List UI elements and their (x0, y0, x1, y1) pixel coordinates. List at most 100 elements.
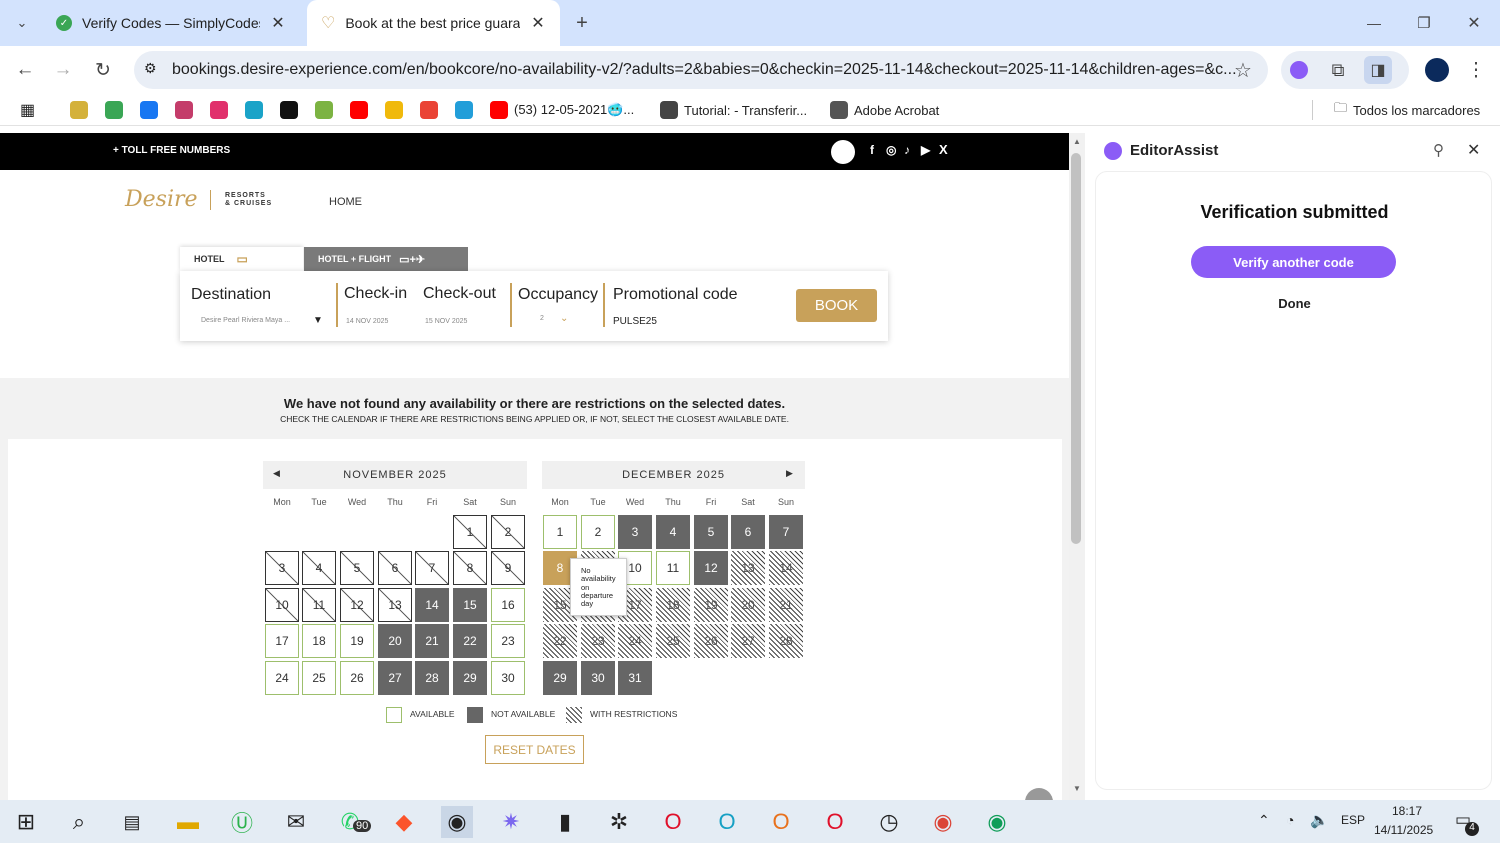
close-window-button[interactable]: ✕ (1460, 9, 1488, 37)
close-panel-icon[interactable]: ✕ (1467, 140, 1480, 160)
calendar-day[interactable]: 28 (769, 624, 803, 658)
calendar-day[interactable]: 10 (618, 551, 652, 585)
extensions-puzzle-icon[interactable]: ⧉ (1324, 56, 1352, 84)
bookmark-item[interactable]: Adobe Acrobat (830, 100, 939, 120)
bookmark-item[interactable] (385, 100, 403, 120)
calendar-day[interactable]: 24 (265, 661, 299, 695)
calendar-day[interactable]: 13 (731, 551, 765, 585)
bookmark-item[interactable] (105, 100, 123, 120)
page-scrollbar[interactable]: ▲ ▼ (1069, 133, 1085, 800)
calendar-day[interactable]: 22 (453, 624, 487, 658)
tray-chevron-icon[interactable]: ⌃ (1258, 812, 1270, 829)
instagram-icon[interactable]: ◎ (886, 143, 896, 157)
bookmark-item[interactable] (140, 100, 158, 120)
calendar-day[interactable]: 24 (618, 624, 652, 658)
facebook-icon[interactable]: f (870, 143, 874, 157)
bookmark-item[interactable] (350, 100, 368, 120)
calendar-day[interactable]: 15 (453, 588, 487, 622)
calendar-day[interactable]: 18 (656, 588, 690, 622)
bookmark-item[interactable] (175, 100, 193, 120)
scroll-up-arrow-icon[interactable]: ▲ (1073, 137, 1081, 146)
maximize-button[interactable]: ❐ (1410, 9, 1438, 37)
verify-another-code-button[interactable]: Verify another code (1191, 246, 1396, 278)
new-tab-button[interactable]: + (568, 9, 596, 37)
calendar-day[interactable]: 25 (302, 661, 336, 695)
tab-search-chevron-icon[interactable]: ⌄ (8, 9, 36, 37)
scrollbar-thumb[interactable] (1071, 153, 1081, 544)
bookmark-item[interactable]: (53) 12-05-2021🥶... (490, 100, 634, 120)
done-button[interactable]: Done (1096, 296, 1493, 311)
address-bar[interactable]: ⚙ bookings.desire-experience.com/en/book… (134, 51, 1268, 89)
tab-close-icon[interactable]: ✕ (270, 13, 286, 33)
reload-icon[interactable]: ↻ (89, 56, 117, 84)
opera-icon[interactable]: O (711, 806, 743, 838)
youtube-icon[interactable]: ▶ (921, 143, 930, 157)
upwork-icon[interactable]: Ⓤ (226, 806, 258, 838)
checkout-date[interactable]: 15 NOV 2025 (425, 318, 467, 325)
desire-logo-script[interactable]: Desire (125, 187, 198, 212)
calendar-day[interactable]: 20 (378, 624, 412, 658)
calendar-day[interactable]: 12 (694, 551, 728, 585)
calendar-day[interactable]: 16 (581, 588, 615, 622)
calendar-day[interactable]: 9 (581, 551, 615, 585)
calendar-day[interactable]: 18 (302, 624, 336, 658)
site-settings-icon[interactable]: ⚙ (144, 60, 157, 77)
calendar-day[interactable]: 26 (694, 624, 728, 658)
calendar-day[interactable]: 29 (453, 661, 487, 695)
calendar-day[interactable]: 21 (769, 588, 803, 622)
calendar-day[interactable]: 27 (378, 661, 412, 695)
tab-hotel-flight[interactable]: HOTEL + FLIGHT ▭+✈ (304, 247, 468, 271)
calendar-day[interactable]: 23 (581, 624, 615, 658)
clock-app-icon[interactable]: ◷ (873, 806, 905, 838)
volume-icon[interactable]: 🔈 (1310, 811, 1329, 829)
calendar-day[interactable]: 29 (543, 661, 577, 695)
tab-desire-booking[interactable]: ♡ Book at the best price guarante ✕ (307, 0, 560, 46)
calendar-day[interactable]: 27 (731, 624, 765, 658)
calendar-day[interactable]: 3 (618, 515, 652, 549)
bookmark-item[interactable] (315, 100, 333, 120)
calendar-day[interactable]: 30 (581, 661, 615, 695)
calendar-day[interactable]: 23 (491, 624, 525, 658)
opera-icon[interactable]: O (657, 806, 689, 838)
windows-start-icon[interactable]: ⊞ (10, 806, 42, 838)
calendar-day[interactable]: 2 (581, 515, 615, 549)
bookmark-item[interactable] (420, 100, 438, 120)
calendar-day[interactable]: 15 (543, 588, 577, 622)
back-arrow-icon[interactable]: ← (11, 56, 39, 84)
checkin-date[interactable]: 14 NOV 2025 (346, 318, 388, 325)
opera-icon[interactable]: O (819, 806, 851, 838)
language-indicator[interactable]: ESP (1341, 813, 1365, 827)
calendar-day[interactable]: 16 (491, 588, 525, 622)
menu-kebab-icon[interactable]: ⋮ (1462, 56, 1490, 84)
promo-code-input[interactable] (613, 314, 733, 328)
bookmark-item[interactable] (455, 100, 473, 120)
bookmark-item[interactable] (245, 100, 263, 120)
all-bookmarks-folder[interactable]: 🗀 Todos los marcadores (1334, 100, 1480, 120)
calendar-day[interactable]: 22 (543, 624, 577, 658)
opera-icon[interactable]: O (765, 806, 797, 838)
app-icon[interactable]: ✲ (603, 806, 635, 838)
task-view-icon[interactable]: ▤ (116, 806, 148, 838)
stats-app-icon[interactable]: ▮ (549, 806, 581, 838)
calendar-day[interactable]: 4 (656, 515, 690, 549)
clock-date[interactable]: 14/11/2025 (1374, 823, 1433, 837)
calendar-day[interactable]: 17 (265, 624, 299, 658)
bookmark-item[interactable] (70, 100, 88, 120)
occupancy-select[interactable]: 2 ⌄ (540, 313, 580, 327)
calendar-day[interactable]: 30 (491, 661, 525, 695)
destination-select[interactable]: Desire Pearl Riviera Maya ... ▼ (191, 315, 326, 329)
chrome-icon[interactable]: ◉ (441, 806, 473, 838)
profile-avatar[interactable] (1423, 56, 1451, 84)
bookmark-item[interactable] (210, 100, 228, 120)
book-button[interactable]: BOOK (796, 289, 877, 322)
tiktok-icon[interactable]: ♪ (904, 143, 910, 157)
mail-icon[interactable]: ✉ (280, 806, 312, 838)
user-account-icon[interactable] (831, 140, 855, 164)
tab-close-icon[interactable]: ✕ (530, 13, 546, 33)
minimize-button[interactable]: — (1360, 9, 1388, 37)
calendar-day[interactable]: 1 (543, 515, 577, 549)
file-explorer-icon[interactable]: ▬ (172, 806, 204, 838)
x-twitter-icon[interactable]: X (939, 142, 948, 157)
calendar-day[interactable]: 8 (543, 551, 577, 585)
calendar-day[interactable]: 28 (415, 661, 449, 695)
